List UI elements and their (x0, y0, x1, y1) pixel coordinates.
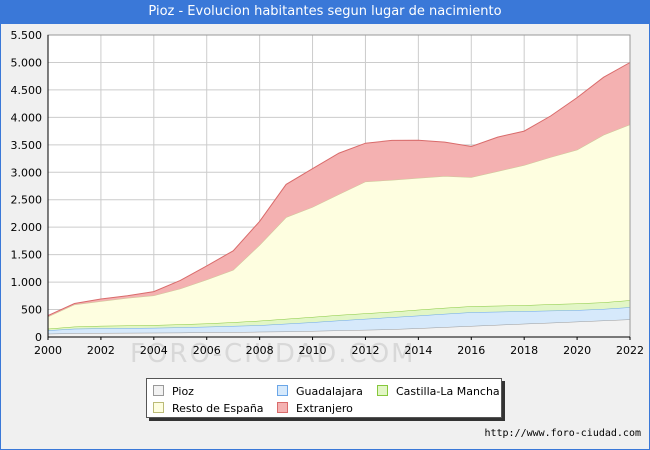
legend-label-castilla: Castilla-La Mancha (396, 385, 500, 398)
x-tick-label: 2022 (616, 344, 644, 357)
legend-swatch-extranjero (277, 402, 288, 413)
x-tick-label: 2000 (34, 344, 62, 357)
x-tick-label: 2010 (299, 344, 327, 357)
x-tick-label: 2018 (510, 344, 538, 357)
x-tick-label: 2016 (457, 344, 485, 357)
legend-swatch-pioz (153, 385, 164, 396)
legend-item-pioz: Pioz (153, 385, 194, 399)
y-tick-label: 3.500 (11, 139, 43, 152)
legend-item-guadalajara: Guadalajara (277, 385, 363, 399)
legend: Pioz Guadalajara Castilla-La Mancha Rest… (146, 378, 502, 418)
y-tick-label: 4.500 (11, 84, 43, 97)
y-tick-label: 2.500 (11, 194, 43, 207)
legend-item-castilla: Castilla-La Mancha (377, 385, 500, 399)
y-tick-label: 1.500 (11, 249, 43, 262)
legend-item-resto: Resto de España (153, 402, 264, 416)
legend-item-extranjero: Extranjero (277, 402, 353, 416)
y-tick-label: 4.000 (11, 111, 43, 124)
y-tick-label: 500 (21, 304, 42, 317)
x-tick-label: 2006 (193, 344, 221, 357)
legend-swatch-guadalajara (277, 385, 288, 396)
source-url: http://www.foro-ciudad.com (484, 428, 641, 439)
legend-label-guadalajara: Guadalajara (296, 385, 363, 398)
legend-swatch-castilla (377, 385, 388, 396)
legend-label-resto: Resto de España (172, 402, 264, 415)
y-tick-label: 5.000 (11, 56, 43, 69)
legend-label-pioz: Pioz (172, 385, 194, 398)
legend-label-extranjero: Extranjero (296, 402, 353, 415)
y-tick-label: 2.000 (11, 221, 43, 234)
y-tick-label: 1.000 (11, 276, 43, 289)
legend-swatch-resto (153, 402, 164, 413)
x-tick-label: 2004 (140, 344, 168, 357)
y-tick-label: 5.500 (11, 29, 43, 42)
x-tick-label: 2020 (563, 344, 591, 357)
y-tick-label: 3.000 (11, 166, 43, 179)
x-tick-label: 2012 (351, 344, 379, 357)
y-tick-label: 0 (35, 331, 42, 344)
x-tick-label: 2014 (404, 344, 432, 357)
x-tick-label: 2008 (246, 344, 274, 357)
x-tick-label: 2002 (87, 344, 115, 357)
